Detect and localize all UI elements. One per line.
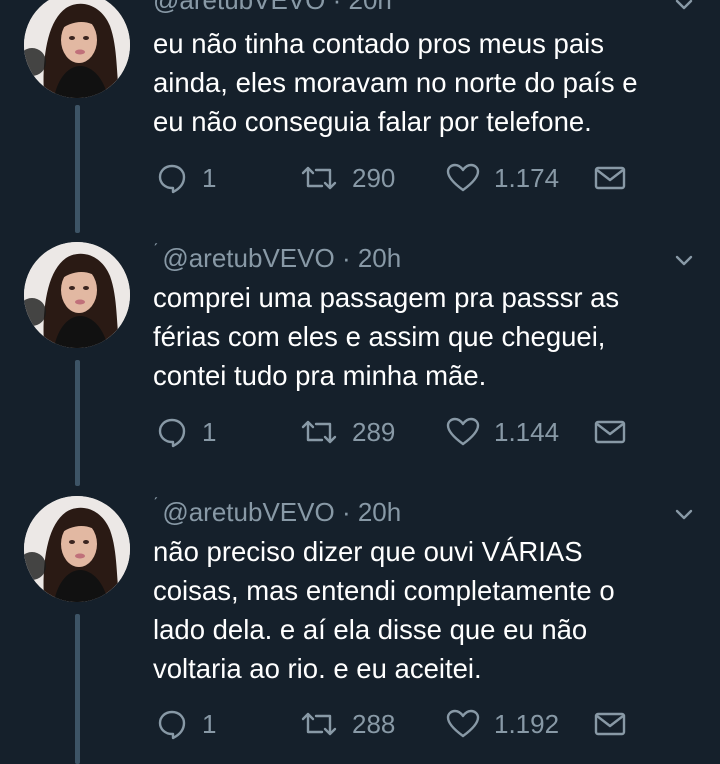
tweet-text-line: ainda, eles moravam no norte do país e [153,67,638,98]
like-count: 1.192 [494,709,560,739]
tweet-actions: 1 289 1.144 [152,414,632,450]
tick-mark: ˊ [153,242,159,259]
tweet-1[interactable]: @aretubVEVO · 20h eu não tinha contado p… [0,0,720,233]
tweet-3[interactable]: ˊ @aretubVEVO · 20h não preciso dizer que… [0,486,720,764]
tweet-text-line: coisas, mas entendi completamente o [153,575,615,606]
thread-line [75,614,80,764]
retweet-count: 289 [352,417,396,447]
tweet-text: eu não tinha contado pros meus pais aind… [153,24,698,141]
tweet-actions: 1 290 1.174 [152,160,632,196]
reply-count: 1 [202,417,217,447]
share-button[interactable] [594,160,626,196]
like-button[interactable]: 1.192 [446,706,559,742]
reply-button[interactable]: 1 [156,160,216,196]
retweet-button[interactable]: 290 [300,160,395,196]
reply-count: 1 [202,163,217,193]
envelope-icon [594,418,626,446]
like-button[interactable]: 1.174 [446,160,559,196]
thread-line [75,105,80,233]
speech-bubble-icon [156,708,188,740]
retweet-button[interactable]: 288 [300,706,395,742]
retweet-count: 288 [352,709,396,739]
tweet-text-line: não preciso dizer que ouvi VÁRIAS [153,536,583,567]
like-count: 1.144 [494,417,560,447]
reply-button[interactable]: 1 [156,414,216,450]
retweet-arrows-icon [300,162,338,194]
timestamp[interactable]: 20h [358,243,401,273]
share-button[interactable] [594,414,626,450]
retweet-count: 290 [352,163,396,193]
tweet-text-line: férias com eles e assim que cheguei, [153,321,606,352]
heart-outline-icon [446,708,480,740]
separator-dot: · [341,497,351,527]
avatar[interactable] [24,242,130,348]
envelope-icon [594,164,626,192]
retweet-button[interactable]: 289 [300,414,395,450]
tweet-header[interactable]: ˊ @aretubVEVO · 20h [153,496,401,528]
speech-bubble-icon [156,162,188,194]
tweet-actions: 1 288 1.192 [152,706,632,742]
chevron-down-icon[interactable] [672,0,696,16]
like-count: 1.174 [494,163,560,193]
username[interactable]: @aretubVEVO [162,243,334,273]
reply-count: 1 [202,709,217,739]
heart-outline-icon [446,162,480,194]
username[interactable]: @aretubVEVO [153,0,325,15]
tweet-header[interactable]: ˊ @aretubVEVO · 20h [153,242,401,274]
share-button[interactable] [594,706,626,742]
tweet-text-line: comprei uma passagem pra passsr as [153,282,620,313]
username[interactable]: @aretubVEVO [162,497,334,527]
thread-line [75,360,80,486]
envelope-icon [594,710,626,738]
tweet-header[interactable]: @aretubVEVO · 20h [153,0,392,16]
tweet-text-line: eu não conseguia falar por telefone. [153,106,592,137]
tweet-text-line: contei tudo pra minha mãe. [153,360,487,391]
timestamp[interactable]: 20h [358,497,401,527]
avatar[interactable] [24,496,130,602]
like-button[interactable]: 1.144 [446,414,559,450]
retweet-arrows-icon [300,708,338,740]
avatar[interactable] [24,0,130,98]
chevron-down-icon[interactable] [672,248,696,272]
tweet-text-line: voltaria ao rio. e eu aceitei. [153,653,482,684]
speech-bubble-icon [156,416,188,448]
chevron-down-icon[interactable] [672,502,696,526]
separator-dot: · [332,0,342,15]
tweet-text-line: eu não tinha contado pros meus pais [153,28,604,59]
timestamp[interactable]: 20h [349,0,392,15]
heart-outline-icon [446,416,480,448]
tweet-text-line: lado dela. e aí ela disse que eu não [153,614,588,645]
reply-button[interactable]: 1 [156,706,216,742]
retweet-arrows-icon [300,416,338,448]
tick-mark: ˊ [153,496,159,513]
tweet-text: comprei uma passagem pra passsr as féria… [153,278,698,395]
tweet-2[interactable]: ˊ @aretubVEVO · 20h comprei uma passagem … [0,232,720,486]
tweet-text: não preciso dizer que ouvi VÁRIAS coisas… [153,532,698,688]
separator-dot: · [341,243,351,273]
